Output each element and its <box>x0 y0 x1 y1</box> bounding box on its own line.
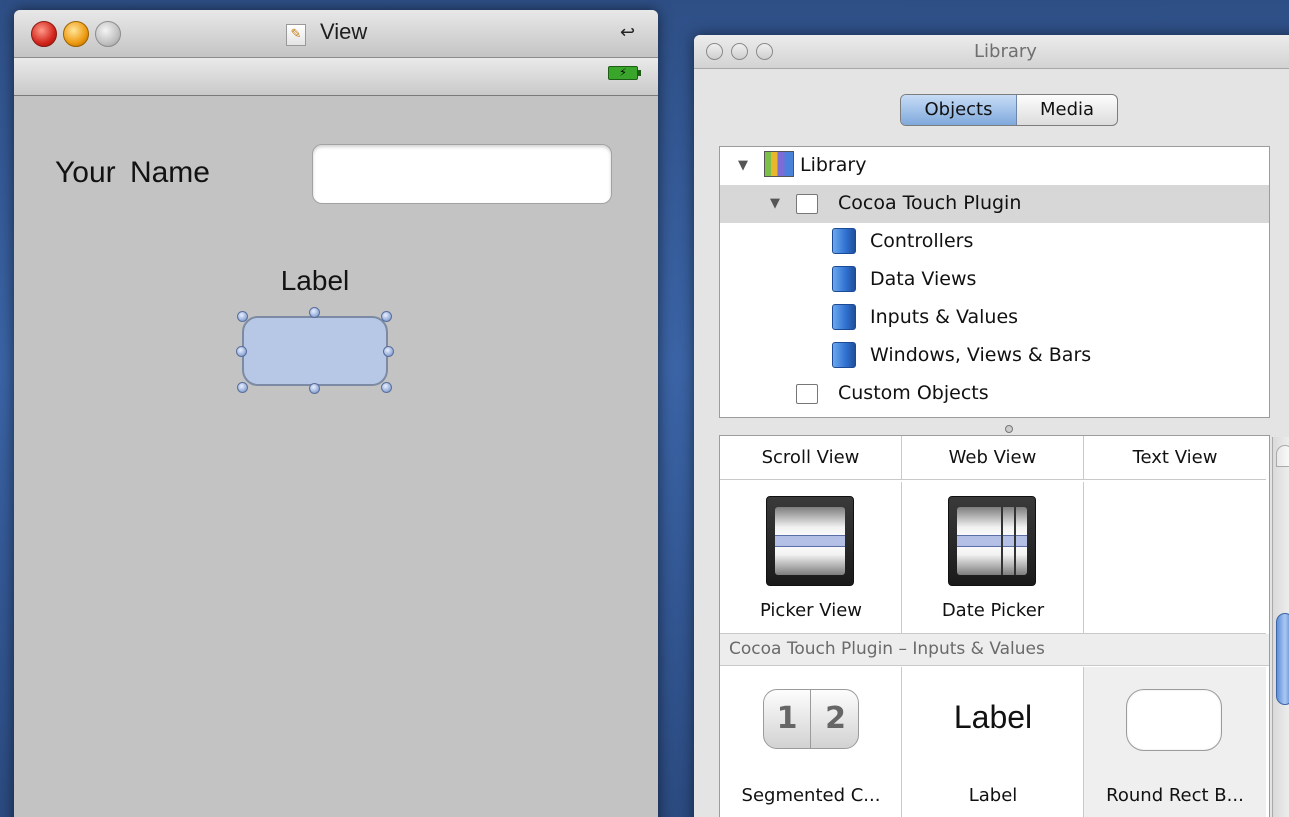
tree-row-windows-views-bars[interactable]: Windows, Views & Bars <box>720 337 1269 375</box>
object-picker-view[interactable]: Picker View <box>720 482 902 634</box>
scrollbar-thumb[interactable] <box>1276 613 1289 705</box>
scrollbar-top-cap <box>1276 445 1289 467</box>
library-title: Library <box>974 41 1037 62</box>
object-scroll-view[interactable]: Scroll View <box>720 436 902 480</box>
empty-tile <box>1084 482 1266 634</box>
object-web-view[interactable]: Web View <box>902 436 1084 480</box>
your-name-label[interactable]: Your Name <box>55 156 210 190</box>
tree-row-data-views[interactable]: Data Views <box>720 261 1269 299</box>
library-close-button[interactable] <box>706 43 723 60</box>
object-label[interactable]: Label Label <box>902 667 1084 817</box>
disclosure-open-icon[interactable]: ▼ <box>738 158 748 173</box>
folder-icon <box>796 384 818 404</box>
tree-label: Library <box>800 154 867 176</box>
label-icon: Label <box>953 699 1033 735</box>
tab-objects[interactable]: Objects <box>901 95 1017 125</box>
round-rect-button-icon <box>1126 689 1222 751</box>
tree-row-controllers[interactable]: Controllers <box>720 223 1269 261</box>
simulated-status-bar: ⚡ <box>14 58 658 96</box>
tree-label: Windows, Views & Bars <box>870 344 1092 366</box>
objects-media-segmented-control: Objects Media <box>900 94 1118 126</box>
disclosure-open-icon[interactable]: ▼ <box>770 196 780 211</box>
zoom-button[interactable] <box>95 21 121 47</box>
split-view-handle[interactable] <box>1005 425 1013 433</box>
window-title: View <box>320 19 368 44</box>
tile-label: Label <box>968 785 1018 806</box>
object-grid: Scroll View Web View Text View Picker Vi… <box>719 435 1270 817</box>
tree-label: Custom Objects <box>838 382 989 404</box>
library-books-icon <box>764 151 794 177</box>
library-window: Library Objects Media ▼ Library ▼ Cocoa … <box>694 35 1289 817</box>
tree-row-custom-objects[interactable]: Custom Objects <box>720 375 1269 413</box>
tree-row-inputs-values[interactable]: Inputs & Values <box>720 299 1269 337</box>
object-date-picker[interactable]: Date Picker <box>902 482 1084 634</box>
view-window: ✎ View ↩ ⚡ Your Name Label <box>14 10 658 817</box>
tab-media[interactable]: Media <box>1017 95 1117 125</box>
picker-view-icon <box>766 496 854 586</box>
name-text-field[interactable] <box>312 144 612 204</box>
tile-label: Picker View <box>759 600 863 621</box>
resize-handle-left[interactable] <box>236 346 247 357</box>
resize-handle-right[interactable] <box>383 346 394 357</box>
round-rect-button[interactable] <box>242 316 388 386</box>
section-header: Cocoa Touch Plugin – Inputs & Values <box>720 634 1269 666</box>
tree-label: Controllers <box>870 230 974 252</box>
cube-icon <box>832 266 856 292</box>
close-button[interactable] <box>31 21 57 47</box>
object-segmented-control[interactable]: 1 2 Segmented C... <box>720 667 902 817</box>
date-picker-icon <box>948 496 1036 586</box>
tile-label: Date Picker <box>941 600 1045 621</box>
minimize-button[interactable] <box>63 21 89 47</box>
library-outline: ▼ Library ▼ Cocoa Touch Plugin Controlle… <box>719 146 1270 418</box>
battery-icon: ⚡ <box>608 66 641 80</box>
tile-label: Round Rect B... <box>1106 785 1244 806</box>
tree-row-cocoa-touch-plugin[interactable]: ▼ Cocoa Touch Plugin <box>720 185 1269 223</box>
folder-icon <box>796 194 818 214</box>
xcode-document-icon: ✎ <box>286 24 306 46</box>
library-titlebar[interactable]: Library <box>694 35 1289 69</box>
tile-label: Segmented C... <box>741 785 881 806</box>
library-zoom-button[interactable] <box>756 43 773 60</box>
object-text-view[interactable]: Text View <box>1084 436 1266 480</box>
tree-row-library[interactable]: ▼ Library <box>720 147 1269 185</box>
cube-icon <box>832 228 856 254</box>
tree-label: Data Views <box>870 268 977 290</box>
cube-icon <box>832 342 856 368</box>
collapse-arrow-icon[interactable]: ↩ <box>620 22 635 43</box>
segmented-control-icon: 1 2 <box>763 689 859 749</box>
grid-scrollbar[interactable] <box>1272 437 1289 817</box>
resize-handle-top-left[interactable] <box>237 311 248 322</box>
resize-handle-bottom[interactable] <box>309 383 320 394</box>
resize-handle-bottom-left[interactable] <box>237 382 248 393</box>
object-round-rect-button[interactable]: Round Rect B... <box>1084 667 1266 817</box>
cube-icon <box>832 304 856 330</box>
tree-label: Cocoa Touch Plugin <box>838 192 1022 214</box>
library-minimize-button[interactable] <box>731 43 748 60</box>
resize-handle-top[interactable] <box>309 307 320 318</box>
output-label[interactable]: Label <box>250 265 380 297</box>
resize-handle-bottom-right[interactable] <box>381 382 392 393</box>
tree-label: Inputs & Values <box>870 306 1019 328</box>
resize-handle-top-right[interactable] <box>381 311 392 322</box>
view-titlebar[interactable]: ✎ View ↩ <box>14 10 658 58</box>
